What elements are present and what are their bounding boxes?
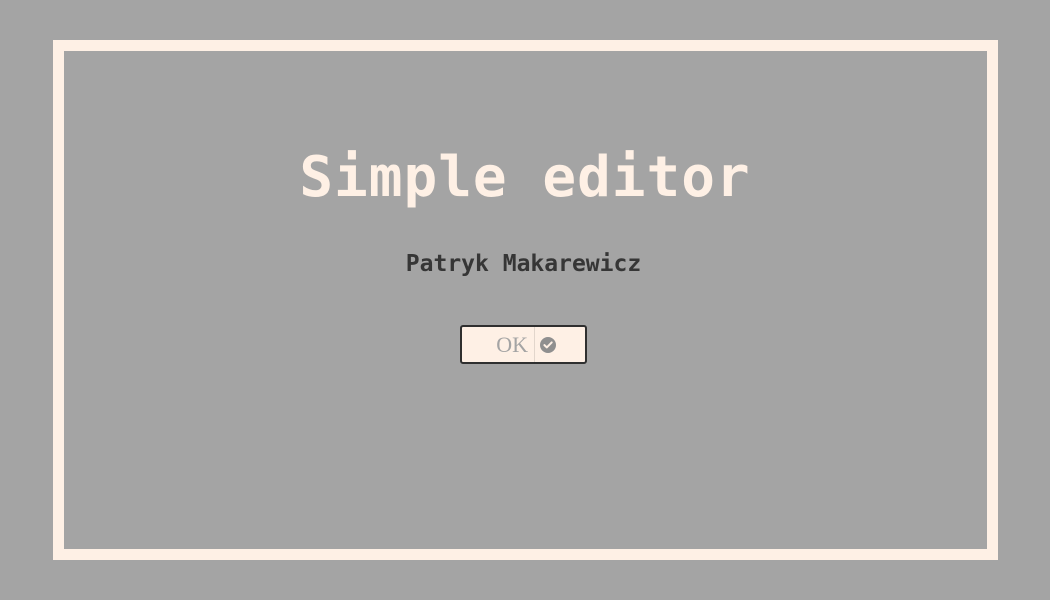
ok-button-label: OK — [462, 327, 535, 362]
check-circle-icon — [540, 336, 556, 353]
dialog-frame — [53, 40, 998, 560]
ok-button[interactable]: OK — [460, 325, 587, 364]
app-title: Simple editor — [299, 145, 751, 210]
author-name: Patryk Makarewicz — [405, 251, 642, 277]
about-dialog-screen: Simple editor Patryk Makarewicz OK — [0, 0, 1050, 600]
